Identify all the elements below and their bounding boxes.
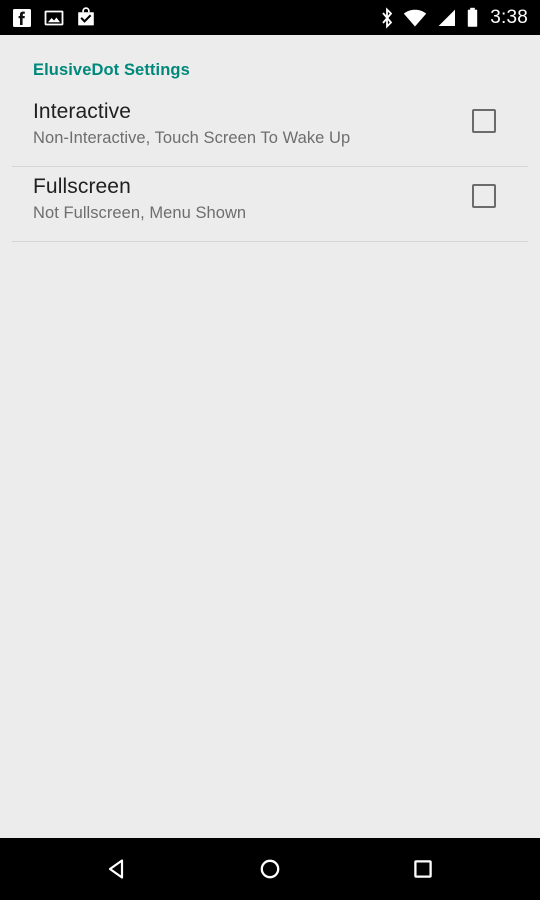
bag-check-icon <box>76 7 96 28</box>
preference-title: Fullscreen <box>33 174 131 198</box>
home-button[interactable] <box>230 838 310 900</box>
status-bar: 3:38 <box>0 0 540 35</box>
settings-header-title: ElusiveDot Settings <box>33 61 190 79</box>
cellular-signal-icon <box>436 8 457 28</box>
wifi-icon <box>403 8 427 28</box>
preference-text-block: Fullscreen Not Fullscreen, Menu Shown <box>33 173 462 224</box>
preference-widget-frame <box>470 98 498 133</box>
back-button[interactable] <box>77 838 157 900</box>
settings-content: ElusiveDot Settings Interactive Non-Inte… <box>0 35 540 838</box>
preference-list: Interactive Non-Interactive, Touch Scree… <box>0 98 540 242</box>
list-divider <box>12 240 528 242</box>
back-triangle-icon <box>102 854 132 884</box>
preference-title: Interactive <box>33 99 131 123</box>
preference-item-fullscreen[interactable]: Fullscreen Not Fullscreen, Menu Shown <box>0 173 540 235</box>
phone-screen: 3:38 ElusiveDot Settings Interactive Non… <box>0 0 540 900</box>
checkbox-fullscreen[interactable] <box>472 183 496 208</box>
recents-square-icon <box>408 854 438 884</box>
recents-button[interactable] <box>383 838 463 900</box>
system-navigation-bar <box>0 838 540 900</box>
checkbox-interactive[interactable] <box>472 108 496 133</box>
preference-text-block: Interactive Non-Interactive, Touch Scree… <box>33 98 462 149</box>
status-bar-clock: 3:38 <box>490 7 528 28</box>
photo-image-icon <box>44 8 64 28</box>
status-bar-system-icons: 3:38 <box>380 6 528 29</box>
bluetooth-icon <box>380 6 394 29</box>
preference-summary: Non-Interactive, Touch Screen To Wake Up <box>33 128 351 147</box>
preference-summary: Not Fullscreen, Menu Shown <box>33 203 247 222</box>
battery-icon <box>466 7 479 28</box>
status-bar-notification-icons <box>12 7 96 28</box>
facebook-icon <box>12 8 32 28</box>
preference-item-interactive[interactable]: Interactive Non-Interactive, Touch Scree… <box>0 98 540 160</box>
preference-widget-frame <box>470 173 498 208</box>
home-circle-icon <box>255 854 285 884</box>
